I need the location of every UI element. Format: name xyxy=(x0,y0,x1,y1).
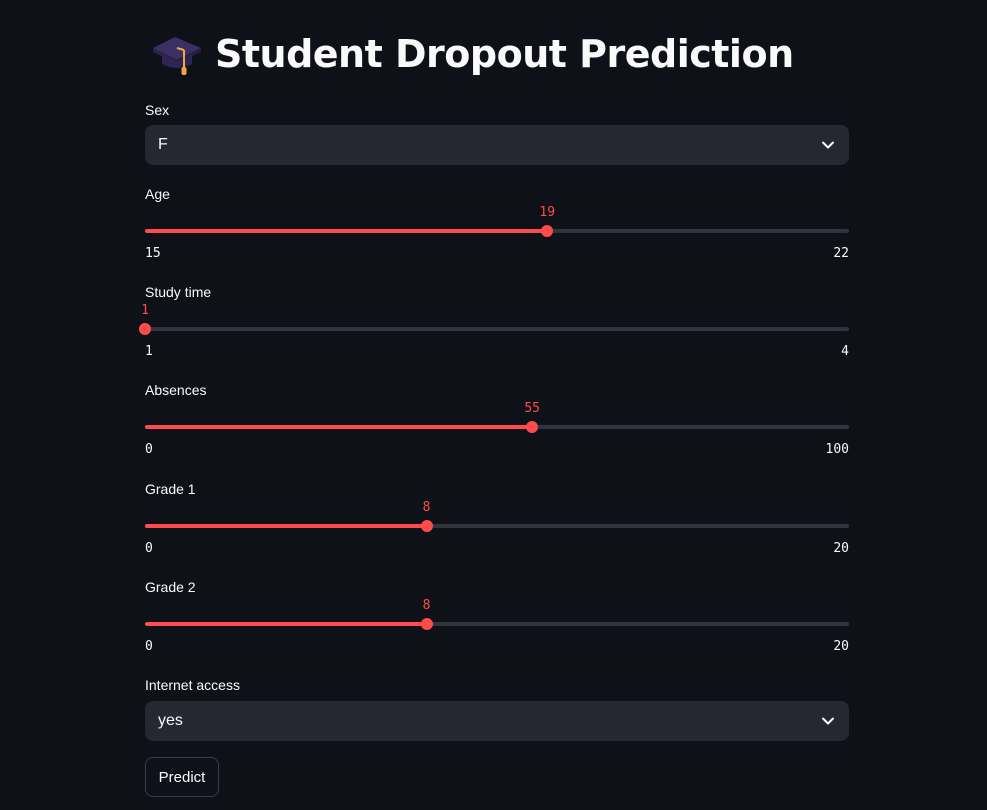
app-page: Student Dropout Prediction Sex F Age 19 … xyxy=(0,0,987,810)
slider-thumb[interactable] xyxy=(526,421,539,433)
chevron-down-icon xyxy=(822,717,834,725)
slider-fill xyxy=(145,622,427,626)
slider-track[interactable] xyxy=(145,327,849,331)
graduation-cap-icon xyxy=(153,37,201,75)
slider-min-label: 0 xyxy=(145,442,153,457)
slider-value: 8 xyxy=(422,500,431,515)
sex-select[interactable]: F xyxy=(145,125,849,165)
slider-max-label: 20 xyxy=(833,541,849,556)
slider-max-label: 22 xyxy=(833,246,849,261)
slider-min-label: 0 xyxy=(145,541,153,556)
internet-access-select-value: yes xyxy=(158,712,183,729)
slider-thumb[interactable] xyxy=(139,323,151,335)
slider-value: 1 xyxy=(141,303,149,318)
slider-thumb[interactable] xyxy=(420,618,433,630)
slider-track[interactable] xyxy=(145,425,849,429)
slider-value: 19 xyxy=(539,205,556,220)
predict-button[interactable]: Predict xyxy=(145,757,219,797)
slider-track[interactable] xyxy=(145,229,849,233)
slider-min-label: 15 xyxy=(145,246,161,261)
slider-min-label: 0 xyxy=(145,639,153,654)
slider-max-label: 4 xyxy=(841,344,849,359)
slider-min-label: 1 xyxy=(145,344,153,359)
slider-value: 8 xyxy=(422,598,431,613)
slider-track[interactable] xyxy=(145,524,849,528)
grade2-slider[interactable]: 8 0 20 xyxy=(145,584,849,654)
title-text: Student Dropout Prediction xyxy=(215,32,794,76)
absences-slider[interactable]: 55 0 100 xyxy=(145,387,849,457)
slider-fill xyxy=(145,524,427,528)
grade1-slider[interactable]: 8 0 20 xyxy=(145,486,849,556)
slider-thumb[interactable] xyxy=(420,520,433,532)
age-slider[interactable]: 19 15 22 xyxy=(145,191,849,261)
sex-select-value: F xyxy=(158,136,168,153)
study-time-slider[interactable]: 1 1 4 xyxy=(139,289,849,359)
slider-fill xyxy=(145,425,533,429)
slider-thumb[interactable] xyxy=(541,225,554,237)
slider-fill xyxy=(145,229,548,233)
slider-track[interactable] xyxy=(145,622,849,626)
slider-value: 55 xyxy=(524,401,541,416)
internet-access-label: Internet access xyxy=(145,677,240,693)
page-title: Student Dropout Prediction xyxy=(151,28,794,80)
sex-label: Sex xyxy=(145,102,170,118)
slider-max-label: 20 xyxy=(833,639,849,654)
chevron-down-icon xyxy=(822,141,834,149)
slider-max-label: 100 xyxy=(825,442,849,457)
internet-access-select[interactable]: yes xyxy=(145,701,849,741)
